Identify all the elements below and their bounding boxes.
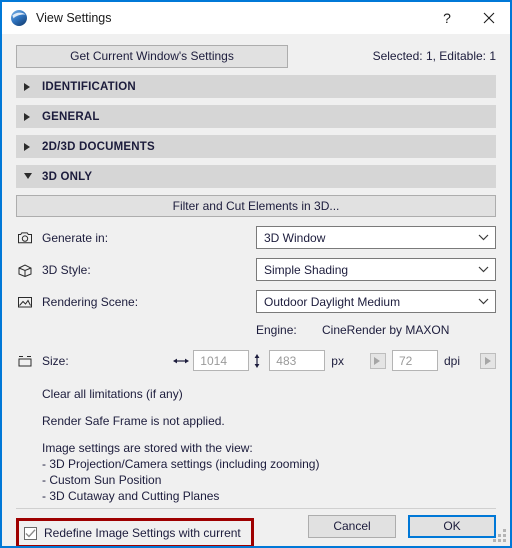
cube-icon bbox=[16, 262, 34, 278]
dpi-decrease-button[interactable] bbox=[369, 352, 386, 369]
dpi-input[interactable]: 72 bbox=[391, 350, 438, 371]
camera-icon bbox=[16, 230, 34, 246]
generate-in-row: Generate in: 3D Window bbox=[16, 226, 496, 249]
engine-row: Engine: CineRender by MAXON bbox=[16, 321, 496, 339]
section-2d-3d-documents[interactable]: 2D/3D DOCUMENTS bbox=[16, 135, 496, 158]
help-button[interactable]: ? bbox=[426, 3, 468, 33]
size-row: Size: 1014 483 px 72 dpi bbox=[16, 349, 496, 372]
chevron-down-icon bbox=[478, 266, 489, 273]
section-general[interactable]: GENERAL bbox=[16, 105, 496, 128]
section-identification[interactable]: IDENTIFICATION bbox=[16, 75, 496, 98]
chevron-right-icon bbox=[24, 112, 36, 121]
section-3d-only[interactable]: 3D ONLY bbox=[16, 165, 496, 188]
resize-grip[interactable] bbox=[493, 529, 507, 543]
engine-value: CineRender by MAXON bbox=[322, 323, 450, 337]
title-bar: View Settings ? bbox=[2, 2, 510, 34]
info-block: Clear all limitations (if any) Render Sa… bbox=[16, 386, 496, 504]
info-line: Clear all limitations (if any) bbox=[42, 387, 183, 401]
section-label: 2D/3D DOCUMENTS bbox=[42, 140, 155, 153]
3d-style-dropdown[interactable]: Simple Shading bbox=[256, 258, 496, 281]
generate-in-dropdown[interactable]: 3D Window bbox=[256, 226, 496, 249]
chevron-down-icon bbox=[478, 298, 489, 305]
info-line: Image settings are stored with the view: bbox=[42, 441, 253, 455]
3d-style-value: Simple Shading bbox=[264, 262, 349, 277]
rendering-scene-value: Outdoor Daylight Medium bbox=[264, 294, 401, 309]
info-line: Render Safe Frame is not applied. bbox=[42, 414, 225, 428]
height-input[interactable]: 483 bbox=[269, 350, 326, 371]
section-label: 3D ONLY bbox=[42, 170, 93, 183]
width-input[interactable]: 1014 bbox=[193, 350, 250, 371]
view-settings-dialog: View Settings ? Get Current Window's Set… bbox=[0, 0, 512, 548]
generate-in-value: 3D Window bbox=[264, 230, 326, 245]
window-title: View Settings bbox=[36, 11, 112, 25]
rendering-scene-label: Rendering Scene: bbox=[42, 294, 139, 309]
archicad-sphere-icon bbox=[10, 9, 28, 27]
3d-style-row: 3D Style: Simple Shading bbox=[16, 258, 496, 281]
get-current-window-settings-button[interactable]: Get Current Window's Settings bbox=[16, 44, 288, 68]
chevron-right-icon bbox=[24, 142, 36, 151]
size-label: Size: bbox=[42, 353, 69, 368]
top-row: Get Current Window's Settings Selected: … bbox=[16, 44, 496, 68]
3d-style-label: 3D Style: bbox=[42, 262, 91, 277]
rendering-scene-dropdown[interactable]: Outdoor Daylight Medium bbox=[256, 290, 496, 313]
info-line: - Custom Sun Position bbox=[42, 473, 162, 487]
footer: Cancel OK bbox=[2, 506, 510, 546]
chevron-down-icon bbox=[478, 234, 489, 241]
section-label: GENERAL bbox=[42, 110, 100, 123]
rendering-scene-row: Rendering Scene: Outdoor Daylight Medium bbox=[16, 290, 496, 313]
chevron-right-icon bbox=[24, 82, 36, 91]
dpi-unit-label: dpi bbox=[443, 353, 460, 368]
ok-button[interactable]: OK bbox=[408, 514, 496, 538]
horizontal-arrow-icon bbox=[173, 356, 190, 366]
chevron-down-icon bbox=[24, 173, 36, 180]
close-button[interactable] bbox=[468, 3, 510, 33]
generate-in-label: Generate in: bbox=[42, 230, 109, 245]
vertical-arrow-icon bbox=[249, 353, 265, 368]
px-unit-label: px bbox=[331, 353, 344, 368]
info-line: - 3D Cutaway and Cutting Planes bbox=[42, 489, 220, 503]
size-frame-icon bbox=[16, 353, 34, 369]
engine-label: Engine: bbox=[256, 323, 297, 337]
cancel-button[interactable]: Cancel bbox=[308, 514, 396, 538]
info-line: - 3D Projection/Camera settings (includi… bbox=[42, 457, 320, 471]
filter-and-cut-elements-button[interactable]: Filter and Cut Elements in 3D... bbox=[16, 195, 496, 217]
size-fields: 1014 483 px 72 dpi bbox=[173, 350, 496, 371]
picture-icon bbox=[16, 294, 34, 310]
dpi-increase-button[interactable] bbox=[480, 352, 496, 369]
dialog-body: Get Current Window's Settings Selected: … bbox=[2, 44, 510, 546]
selection-info: Selected: 1, Editable: 1 bbox=[372, 49, 496, 63]
section-label: IDENTIFICATION bbox=[42, 80, 136, 93]
